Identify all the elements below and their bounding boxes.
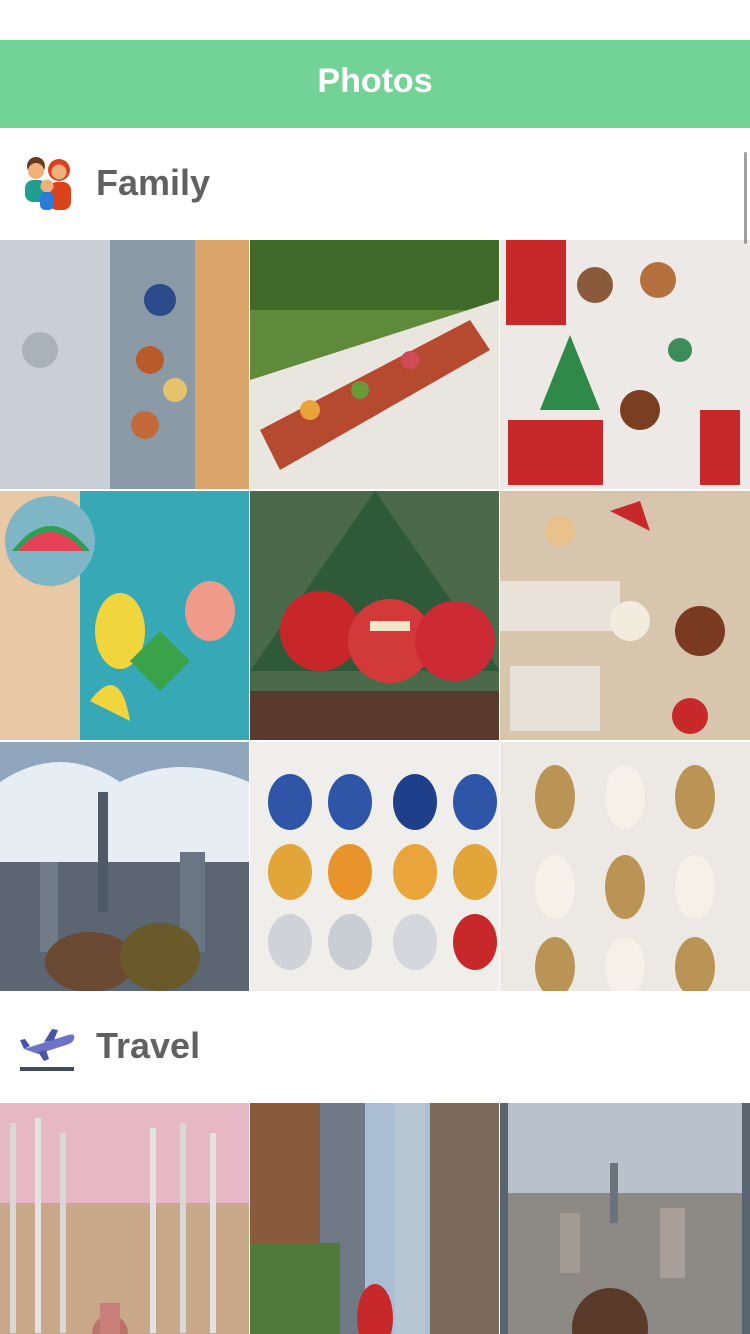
photo-reindeer-cakepops[interactable] (500, 742, 750, 991)
photo-holiday-desserts[interactable] (500, 491, 750, 740)
photo-pool-floats[interactable] (0, 491, 249, 740)
photo-decorated-strawberries[interactable] (250, 742, 499, 991)
photo-bedroom-picnic[interactable] (0, 240, 249, 489)
status-bar: Carrier 9:40 PM (0, 0, 750, 40)
scroll-indicator[interactable] (744, 152, 747, 244)
page-title: Photos (317, 62, 433, 100)
status-time: 9:40 PM (329, 6, 421, 33)
family-emoji-icon (25, 157, 71, 210)
battery-icon (686, 8, 737, 32)
section-header-family: Family (0, 128, 750, 240)
photo-christmas-flatlay[interactable] (500, 240, 750, 489)
section-title: Family (96, 162, 211, 203)
photo-grid-family (0, 240, 750, 991)
photo-collection-view[interactable]: Family Travel (0, 128, 750, 1334)
photo-skyline-window[interactable] (500, 1103, 750, 1334)
photo-city-street-view[interactable] (250, 1103, 499, 1334)
photo-garden-table-feast[interactable] (250, 240, 499, 489)
airplane-departure-icon (20, 1029, 75, 1071)
navigation-bar: Photos (0, 40, 750, 128)
section-header-travel: Travel (0, 991, 750, 1103)
photo-urban-light-lamps[interactable] (0, 1103, 249, 1334)
photo-grid-travel (0, 1103, 750, 1334)
photo-city-rooftop-friends[interactable] (0, 742, 249, 991)
section-title: Travel (96, 1025, 201, 1066)
photo-mickey-apples[interactable] (250, 491, 499, 740)
